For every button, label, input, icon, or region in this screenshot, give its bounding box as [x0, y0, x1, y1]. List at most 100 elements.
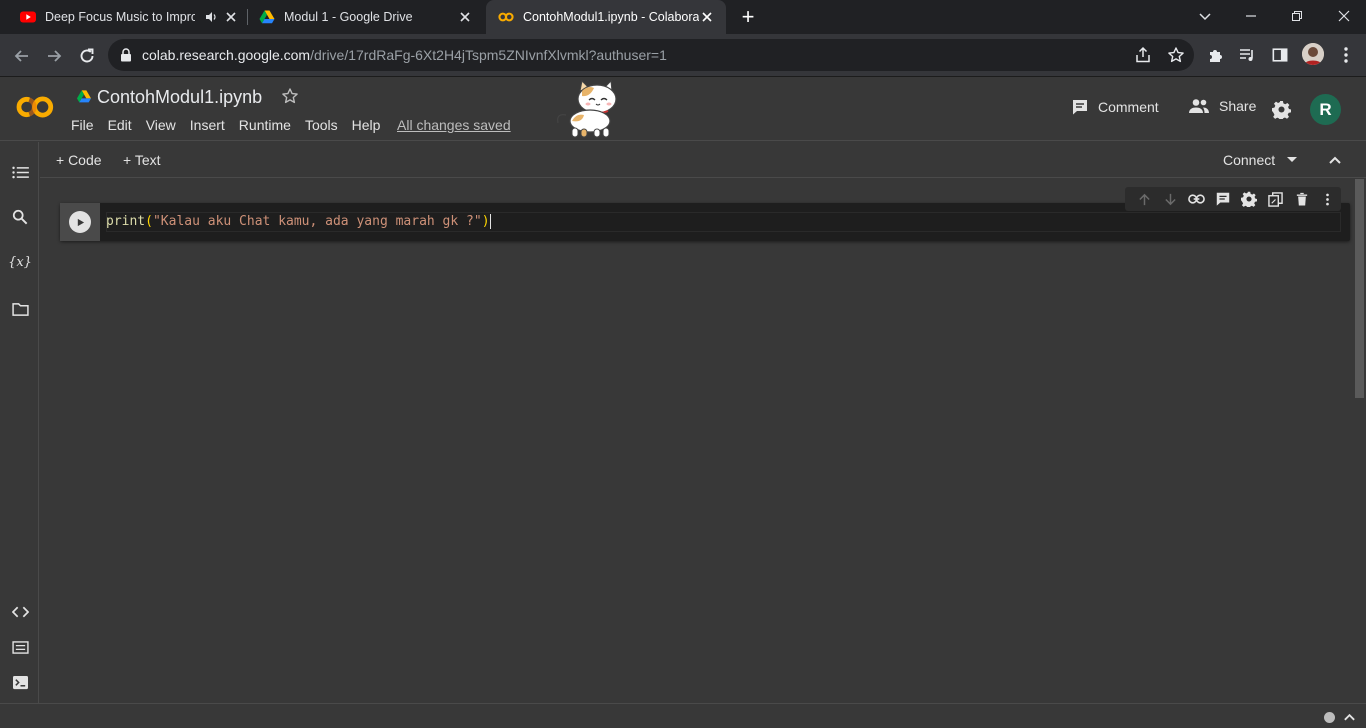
share-label: Share	[1219, 98, 1257, 114]
find-button[interactable]	[10, 207, 30, 227]
arrow-left-icon	[14, 50, 28, 62]
address-bar[interactable]: colab.research.google.com/drive/17rdRaFg…	[108, 39, 1194, 71]
status-bar	[0, 703, 1366, 728]
add-code-button[interactable]: + Code	[56, 152, 102, 168]
extensions-button[interactable]	[1206, 45, 1226, 65]
menu-view[interactable]: View	[146, 117, 176, 133]
tab-title: Deep Focus Music to Improv	[45, 10, 195, 24]
link-to-cell-button[interactable]	[1184, 187, 1210, 211]
people-icon	[1189, 99, 1209, 113]
cat-mascot-icon	[557, 79, 617, 138]
menu-file[interactable]: File	[71, 117, 94, 133]
settings-button[interactable]	[1272, 100, 1291, 119]
media-control-button[interactable]	[1237, 45, 1257, 65]
save-status-link[interactable]: All changes saved	[397, 117, 511, 133]
notebook-area: print("Kalau aku Chat kamu, ada yang mar…	[40, 179, 1353, 703]
lock-icon[interactable]	[120, 48, 132, 62]
colab-logo-icon[interactable]	[14, 94, 56, 120]
reload-button[interactable]	[75, 44, 99, 68]
terminal-icon	[12, 675, 28, 689]
mirror-cell-button[interactable]	[1262, 187, 1288, 211]
account-avatar[interactable]: R	[1310, 94, 1341, 125]
close-tab-icon[interactable]	[458, 10, 472, 24]
share-page-icon[interactable]	[1134, 46, 1152, 64]
window-close-button[interactable]	[1333, 6, 1355, 26]
cell-settings-button[interactable]	[1236, 187, 1262, 211]
move-cell-down-button[interactable]	[1157, 187, 1183, 211]
side-panel-button[interactable]	[1270, 45, 1290, 65]
more-cell-actions-button[interactable]	[1315, 187, 1341, 211]
profile-avatar[interactable]	[1302, 43, 1324, 65]
google-drive-icon[interactable]	[76, 89, 92, 104]
tab-search-button[interactable]	[1194, 6, 1216, 26]
browser-toolbar: colab.research.google.com/drive/17rdRaFg…	[0, 34, 1366, 77]
puzzle-icon	[1210, 50, 1222, 62]
trash-icon	[1296, 192, 1307, 205]
run-cell-button[interactable]	[60, 203, 100, 241]
restore-icon	[1292, 11, 1302, 21]
collapse-chevron-icon[interactable]	[1328, 155, 1342, 165]
add-text-button[interactable]: + Text	[123, 152, 161, 168]
url-host: colab.research.google.com	[142, 47, 311, 63]
colab-header: ContohModul1.ipynb File Edit View Insert…	[0, 77, 1366, 141]
caret-down-icon[interactable]	[1287, 157, 1297, 163]
back-button[interactable]	[10, 44, 34, 68]
terminal-button[interactable]	[10, 672, 30, 692]
bookmark-star-icon[interactable]	[1167, 46, 1185, 64]
new-tab-button[interactable]: +	[738, 6, 758, 28]
status-indicator[interactable]	[1324, 712, 1335, 723]
menu-bar: File Edit View Insert Runtime Tools Help	[71, 117, 394, 133]
browser-tab-strip: Deep Focus Music to Improv Modul 1 - Goo…	[0, 0, 1366, 34]
google-drive-icon	[259, 10, 275, 24]
add-comment-button[interactable]	[1210, 187, 1236, 211]
kebab-menu-icon	[1326, 193, 1330, 205]
share-button[interactable]: Share	[1188, 98, 1256, 114]
minimize-button[interactable]	[1240, 6, 1262, 26]
tab-title: ContohModul1.ipynb - Colaborat	[523, 10, 699, 24]
star-icon[interactable]	[281, 87, 299, 105]
arrow-right-icon	[48, 50, 62, 62]
code-brackets-icon	[11, 606, 29, 618]
menu-runtime[interactable]: Runtime	[239, 117, 291, 133]
comment-button[interactable]: Comment	[1071, 98, 1159, 116]
cell-actions-toolbar	[1125, 187, 1341, 211]
menu-help[interactable]: Help	[352, 117, 381, 133]
tab-separator	[247, 9, 248, 25]
table-of-contents-button[interactable]	[10, 162, 30, 182]
close-tab-icon[interactable]	[700, 10, 714, 24]
browser-menu-button[interactable]	[1336, 45, 1356, 65]
forward-button[interactable]	[42, 44, 66, 68]
code-text: print("Kalau aku Chat kamu, ada yang mar…	[106, 214, 491, 229]
minimize-icon	[1246, 15, 1256, 17]
keyboard-icon	[11, 640, 29, 654]
comment-icon	[1216, 192, 1230, 206]
comment-label: Comment	[1098, 99, 1159, 115]
connect-button[interactable]: Connect	[1223, 152, 1275, 168]
files-button[interactable]	[10, 299, 30, 319]
scrollbar-thumb[interactable]	[1355, 179, 1364, 398]
close-tab-icon[interactable]	[224, 10, 238, 24]
code-snippets-button[interactable]	[10, 602, 30, 622]
menu-tools[interactable]: Tools	[305, 117, 338, 133]
command-palette-button[interactable]	[10, 637, 30, 657]
kebab-menu-icon	[1344, 47, 1348, 63]
menu-edit[interactable]: Edit	[108, 117, 132, 133]
arrow-up-icon	[1138, 193, 1150, 205]
browser-tab-drive[interactable]: Modul 1 - Google Drive	[250, 0, 484, 34]
chevron-up-icon[interactable]	[1343, 712, 1356, 722]
menu-insert[interactable]: Insert	[190, 117, 225, 133]
browser-tab-youtube[interactable]: Deep Focus Music to Improv	[12, 0, 246, 34]
delete-cell-button[interactable]	[1289, 187, 1315, 211]
youtube-icon	[20, 11, 36, 23]
restore-button[interactable]	[1286, 6, 1308, 26]
speaker-icon[interactable]	[205, 11, 219, 23]
mirror-tab-icon	[1268, 191, 1283, 207]
playlist-icon	[1240, 49, 1253, 61]
notebook-title[interactable]: ContohModul1.ipynb	[97, 87, 262, 108]
variables-icon[interactable]: {x}	[8, 252, 32, 272]
browser-tab-colab[interactable]: ContohModul1.ipynb - Colaborat	[486, 0, 726, 34]
close-icon	[1338, 10, 1350, 22]
move-cell-up-button[interactable]	[1131, 187, 1157, 211]
left-sidebar: {x}	[0, 142, 39, 703]
gear-icon	[1241, 191, 1258, 207]
